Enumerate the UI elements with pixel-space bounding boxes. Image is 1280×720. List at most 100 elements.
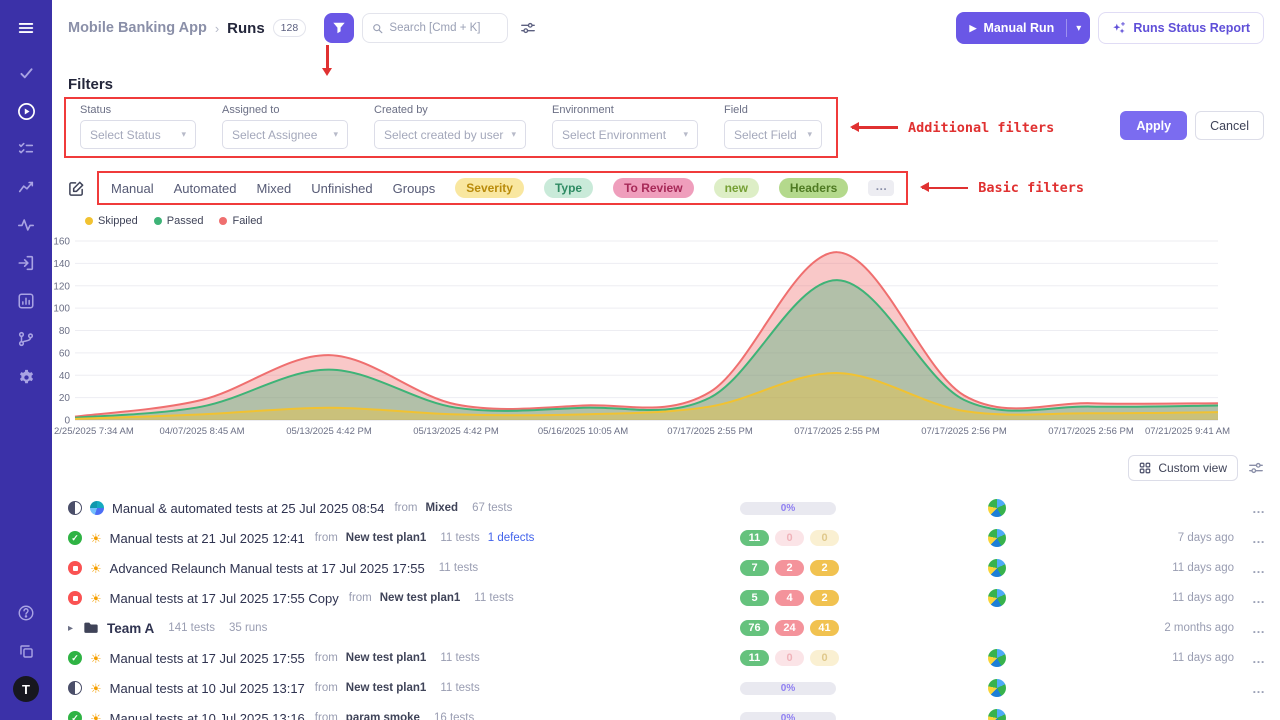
legend-failed[interactable]: Failed — [219, 215, 262, 227]
sidebar-logo[interactable]: T — [0, 670, 52, 708]
custom-view-button[interactable]: Custom view — [1128, 455, 1238, 481]
runs-status-report-button[interactable]: Runs Status Report — [1098, 12, 1264, 44]
run-row[interactable]: ✓☀Manual tests at 10 Jul 2025 13:16fromp… — [52, 703, 1280, 720]
filter-tab-groups[interactable]: Groups — [393, 181, 436, 196]
run-time: 11 days ago — [1172, 592, 1234, 604]
row-menu-button[interactable]: … — [1252, 591, 1266, 606]
sidebar-item-branches[interactable] — [0, 320, 52, 358]
from-label: from — [315, 532, 338, 544]
row-menu-button[interactable]: … — [1252, 711, 1266, 720]
filter-tag-to-review[interactable]: To Review — [613, 178, 693, 198]
avatar[interactable] — [988, 709, 1006, 720]
filter-tab-mixed[interactable]: Mixed — [257, 181, 292, 196]
filter-tab-automated[interactable]: Automated — [174, 181, 237, 196]
run-time: 2 months ago — [1164, 622, 1234, 634]
apply-button[interactable]: Apply — [1120, 111, 1187, 140]
run-title[interactable]: Manual & automated tests at 25 Jul 2025 … — [112, 501, 384, 516]
sidebar-menu[interactable] — [0, 6, 52, 50]
filter-label-created-by: Created by — [374, 104, 526, 116]
manual-run-button[interactable]: ▶ Manual Run ▾ — [956, 12, 1091, 44]
run-title[interactable]: Manual tests at 10 Jul 2025 13:16 — [110, 711, 305, 720]
breadcrumb-project[interactable]: Mobile Banking App — [68, 20, 207, 36]
group-title[interactable]: Team A — [107, 621, 154, 636]
compose-run-button[interactable] — [68, 180, 85, 197]
run-title[interactable]: Manual tests at 17 Jul 2025 17:55 Copy — [110, 591, 339, 606]
run-row[interactable]: ☀Manual tests at 10 Jul 2025 13:17fromNe… — [52, 673, 1280, 703]
avatar[interactable] — [988, 559, 1006, 577]
row-menu-button[interactable]: … — [1252, 621, 1266, 636]
progress-label: 0% — [740, 502, 836, 515]
sidebar-item-runs[interactable] — [0, 92, 52, 130]
legend-skipped[interactable]: Skipped — [85, 215, 138, 227]
row-menu-button[interactable]: … — [1252, 501, 1266, 516]
row-menu-button[interactable]: … — [1252, 561, 1266, 576]
run-row[interactable]: ✓☀Manual tests at 17 Jul 2025 17:55fromN… — [52, 643, 1280, 673]
filter-tag-type[interactable]: Type — [544, 178, 593, 198]
chevron-down-icon: ▾ — [511, 129, 516, 140]
sidebar-item-settings[interactable] — [0, 358, 52, 396]
run-title[interactable]: Manual tests at 10 Jul 2025 13:17 — [110, 681, 305, 696]
list-settings-button[interactable] — [1248, 460, 1264, 476]
assignee-select[interactable]: Select Assignee ▾ — [222, 120, 348, 149]
search-input[interactable] — [362, 13, 508, 43]
sidebar-item-plans[interactable] — [0, 130, 52, 168]
filter-tab-unfinished[interactable]: Unfinished — [311, 181, 372, 196]
environment-select[interactable]: Select Environment ▾ — [552, 120, 698, 149]
avatar[interactable] — [988, 679, 1006, 697]
group-row[interactable]: ▸Team A141 tests35 runs 762441 2 months … — [52, 613, 1280, 643]
sidebar-item-pulse[interactable] — [0, 206, 52, 244]
cancel-button[interactable]: Cancel — [1195, 111, 1264, 140]
manual-run-label: Manual Run — [983, 21, 1054, 35]
sidebar-item-reports[interactable] — [0, 168, 52, 206]
filter-tag-severity[interactable]: Severity — [455, 178, 524, 198]
run-row[interactable]: Manual & automated tests at 25 Jul 2025 … — [52, 493, 1280, 523]
filter-field-status: Status Select Status ▾ — [80, 104, 196, 149]
more-filters-button[interactable]: … — [868, 180, 894, 196]
legend-passed[interactable]: Passed — [154, 215, 204, 227]
row-menu-button[interactable]: … — [1252, 681, 1266, 696]
search-field[interactable] — [389, 22, 498, 34]
sidebar-item-import[interactable] — [0, 244, 52, 282]
avatar[interactable] — [988, 529, 1006, 547]
run-title[interactable]: Manual tests at 17 Jul 2025 17:55 — [110, 651, 305, 666]
field-select[interactable]: Select Field ▾ — [724, 120, 822, 149]
search-icon — [372, 22, 383, 35]
stopped-status-icon — [68, 591, 82, 605]
expand-chevron-icon[interactable]: ▸ — [68, 623, 73, 634]
chevron-down-icon: ▾ — [333, 129, 338, 140]
tests-count: 11 tests — [440, 682, 479, 694]
sidebar-item-tests[interactable] — [0, 54, 52, 92]
avatar[interactable] — [988, 499, 1006, 517]
run-row[interactable]: ✓☀Manual tests at 21 Jul 2025 12:41fromN… — [52, 523, 1280, 553]
from-label: from — [315, 682, 338, 694]
filter-toggle-button[interactable] — [324, 13, 354, 43]
filter-field-created-by: Created by Select created by user ▾ — [374, 104, 526, 149]
avatar[interactable] — [988, 589, 1006, 607]
sidebar-docs[interactable] — [0, 632, 52, 670]
passed-status-icon: ✓ — [68, 531, 82, 545]
created-by-select[interactable]: Select created by user ▾ — [374, 120, 526, 149]
filter-tag-new[interactable]: new — [714, 178, 759, 198]
search-adjust-button[interactable] — [516, 16, 540, 40]
filter-tab-manual[interactable]: Manual — [111, 181, 154, 196]
run-title[interactable]: Manual tests at 21 Jul 2025 12:41 — [110, 531, 305, 546]
skipped-badge: 0 — [810, 650, 839, 666]
run-row[interactable]: ☀Manual tests at 17 Jul 2025 17:55 Copyf… — [52, 583, 1280, 613]
annotation-basic-label: Basic filters — [978, 180, 1084, 196]
select-placeholder: Select Status — [90, 128, 161, 142]
run-title[interactable]: Advanced Relaunch Manual tests at 17 Jul… — [110, 561, 425, 576]
row-menu-button[interactable]: … — [1252, 531, 1266, 546]
defects-link[interactable]: 1 defects — [488, 532, 535, 544]
manual-run-dropdown[interactable]: ▾ — [1067, 23, 1090, 34]
avatar[interactable] — [988, 649, 1006, 667]
sidebar-help[interactable] — [0, 594, 52, 632]
filter-field-environment: Environment Select Environment ▾ — [552, 104, 698, 149]
runs-list: Manual & automated tests at 25 Jul 2025 … — [52, 493, 1280, 720]
status-select[interactable]: Select Status ▾ — [80, 120, 196, 149]
in-progress-status-icon — [68, 501, 82, 515]
chevron-down-icon: ▾ — [181, 129, 186, 140]
sidebar-item-analytics[interactable] — [0, 282, 52, 320]
row-menu-button[interactable]: … — [1252, 651, 1266, 666]
run-row[interactable]: ☀Advanced Relaunch Manual tests at 17 Ju… — [52, 553, 1280, 583]
filter-tag-headers[interactable]: Headers — [779, 178, 848, 198]
